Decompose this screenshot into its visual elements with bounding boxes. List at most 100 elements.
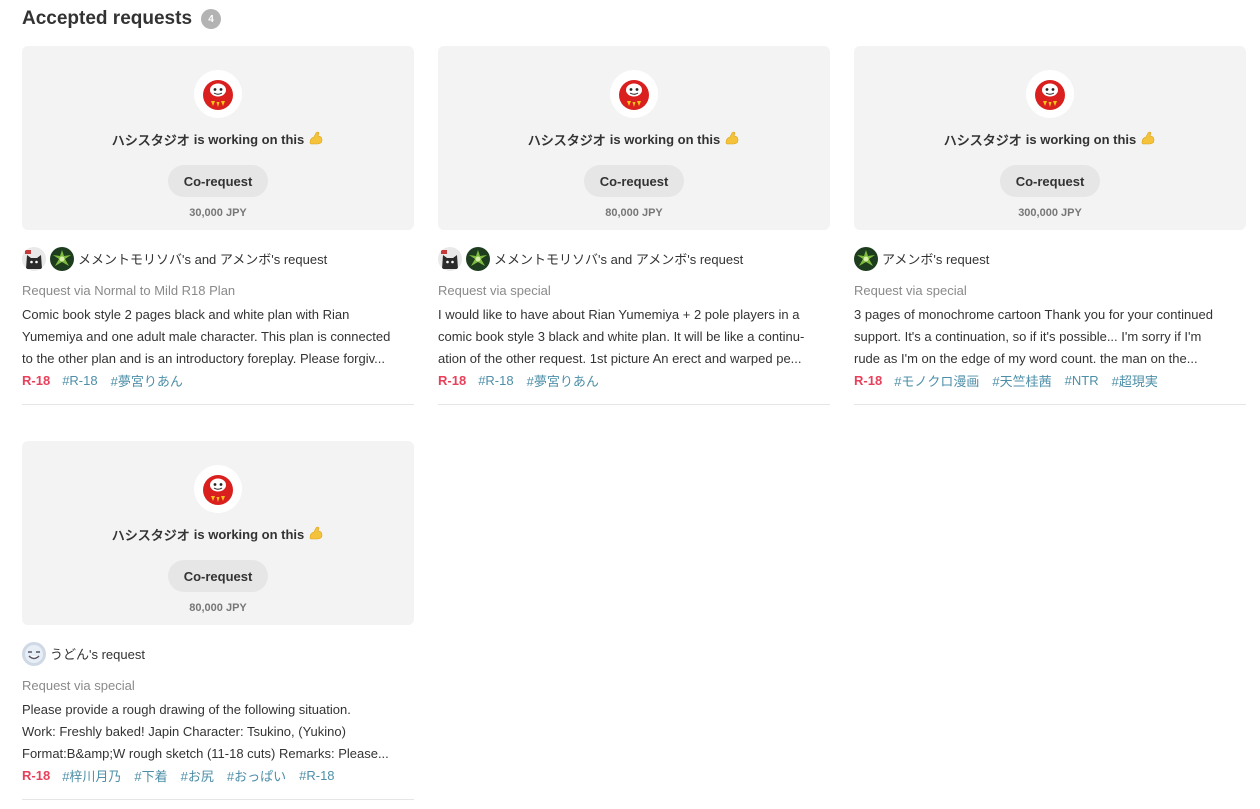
plan-label: Request via special [22,678,135,693]
divider [22,404,414,405]
requester-avatar[interactable] [50,246,74,271]
tag-link[interactable]: #NTR [1065,373,1099,388]
description-line: rude as I'm on the edge of my word count… [854,351,1198,366]
tag-link[interactable]: #R-18 [478,373,513,388]
requester-avatar[interactable] [438,246,462,271]
rating-badge: R-18 [854,373,883,388]
description-line: support. It's a continuation, so if it's… [854,329,1202,344]
divider [854,404,1246,405]
request-card[interactable]: ハシスタジオ is working on this Co-request 80,… [22,441,414,800]
working-status: ハシスタジオ is working on this [944,130,1157,149]
working-text: is working on this [193,132,305,147]
working-status: ハシスタジオ is working on this [112,130,325,149]
flexed-biceps-icon [1140,130,1156,149]
creator-name[interactable]: ハシスタジオ [944,130,1022,149]
tag-link[interactable]: #お尻 [181,766,214,785]
tag-link[interactable]: #超現実 [1112,371,1158,390]
creator-name[interactable]: ハシスタジオ [112,130,190,149]
co-request-button[interactable]: Co-request [167,560,269,592]
description-line: ation of the other request. 1st picture … [438,351,802,366]
tag-link[interactable]: #夢宮りあん [527,371,599,390]
count-badge: 4 [201,9,222,29]
requester-avatar[interactable] [854,246,878,271]
working-status: ハシスタジオ is working on this [528,130,741,149]
description-line: Please provide a rough drawing of the fo… [22,702,351,717]
request-card[interactable]: ハシスタジオ is working on this Co-request 80,… [438,46,830,405]
requester-text[interactable]: メメントモリソバ's and アメンボ's request [78,249,327,268]
price: 80,000 JPY [189,602,247,614]
rating-badge: R-18 [22,373,51,388]
tags-row: R-18 #モノクロ漫画 #天竺桂茜 #NTR #超現実 [854,371,1246,390]
requester-text[interactable]: アメンボ's request [882,249,989,268]
request-card[interactable]: ハシスタジオ is working on this Co-request 30,… [22,46,414,405]
daruma-icon [1033,77,1067,111]
creator-avatar[interactable] [1026,70,1074,118]
requester-row: アメンボ's request [854,246,1246,271]
requester-row: うどん's request [22,641,414,666]
flexed-biceps-icon [308,130,324,149]
tag-link[interactable]: #R-18 [62,373,97,388]
tag-link[interactable]: #下着 [134,766,167,785]
requester-row: メメントモリソバ's and アメンボ's request [22,246,414,271]
request-description[interactable]: I would like to have about Rian Yumemiya… [438,304,830,370]
description-line: I would like to have about Rian Yumemiya… [438,307,800,322]
creator-box: ハシスタジオ is working on this Co-request 80,… [22,441,414,625]
tags-row: R-18 #R-18 #夢宮りあん [438,371,830,390]
flexed-biceps-icon [724,130,740,149]
requester-avatar[interactable] [22,246,46,271]
daruma-icon [201,472,235,506]
flexed-biceps-icon [308,525,324,544]
description-line: Work: Freshly baked! Japin Character: Ts… [22,724,346,739]
description-line: comic book style 3 black and white plan.… [438,329,805,344]
requester-text[interactable]: うどん's request [50,644,145,663]
request-description[interactable]: Please provide a rough drawing of the fo… [22,699,414,765]
request-card[interactable]: ハシスタジオ is working on this Co-request 300… [854,46,1246,405]
tags-row: R-18 #梓川月乃 #下着 #お尻 #おっぱい #R-18 [22,766,414,785]
divider [22,799,414,800]
co-request-button[interactable]: Co-request [999,165,1101,197]
plan-label: Request via special [438,283,551,298]
tag-link[interactable]: #おっぱい [227,766,286,785]
creator-avatar[interactable] [610,70,658,118]
section-title: Accepted requests [22,8,193,29]
creator-box: ハシスタジオ is working on this Co-request 300… [854,46,1246,230]
creator-box: ハシスタジオ is working on this Co-request 80,… [438,46,830,230]
creator-name[interactable]: ハシスタジオ [528,130,606,149]
description-line: Format:B&amp;W rough sketch (11-18 cuts)… [22,746,389,761]
working-text: is working on this [193,527,305,542]
description-line: Comic book style 2 pages black and white… [22,307,350,322]
description-line: to the other plan and is an introductory… [22,351,386,366]
divider [438,404,830,405]
description-line: 3 pages of monochrome cartoon Thank you … [854,307,1213,322]
tag-link[interactable]: #R-18 [299,768,334,783]
tag-link[interactable]: #梓川月乃 [62,766,121,785]
requester-avatar[interactable] [22,641,46,666]
request-description[interactable]: 3 pages of monochrome cartoon Thank you … [854,304,1246,370]
daruma-icon [617,77,651,111]
price: 30,000 JPY [189,207,247,219]
working-status: ハシスタジオ is working on this [112,525,325,544]
section-header: Accepted requests 4 [22,8,222,30]
tag-link[interactable]: #天竺桂茜 [992,371,1051,390]
tag-link[interactable]: #モノクロ漫画 [894,371,979,390]
working-text: is working on this [609,132,721,147]
requester-text[interactable]: メメントモリソバ's and アメンボ's request [494,249,743,268]
plan-label: Request via special [854,283,967,298]
requester-avatar[interactable] [466,246,490,271]
co-request-button[interactable]: Co-request [167,165,269,197]
plan-label: Request via Normal to Mild R18 Plan [22,283,236,298]
working-text: is working on this [1025,132,1137,147]
price: 300,000 JPY [1018,207,1082,219]
rating-badge: R-18 [438,373,467,388]
creator-avatar[interactable] [194,70,242,118]
creator-avatar[interactable] [194,465,242,513]
tags-row: R-18 #R-18 #夢宮りあん [22,371,414,390]
price: 80,000 JPY [605,207,663,219]
co-request-button[interactable]: Co-request [583,165,685,197]
creator-name[interactable]: ハシスタジオ [112,525,190,544]
tag-link[interactable]: #夢宮りあん [111,371,183,390]
rating-badge: R-18 [22,768,51,783]
request-description[interactable]: Comic book style 2 pages black and white… [22,304,414,370]
description-line: Yumemiya and one adult male character. T… [22,329,391,344]
daruma-icon [201,77,235,111]
